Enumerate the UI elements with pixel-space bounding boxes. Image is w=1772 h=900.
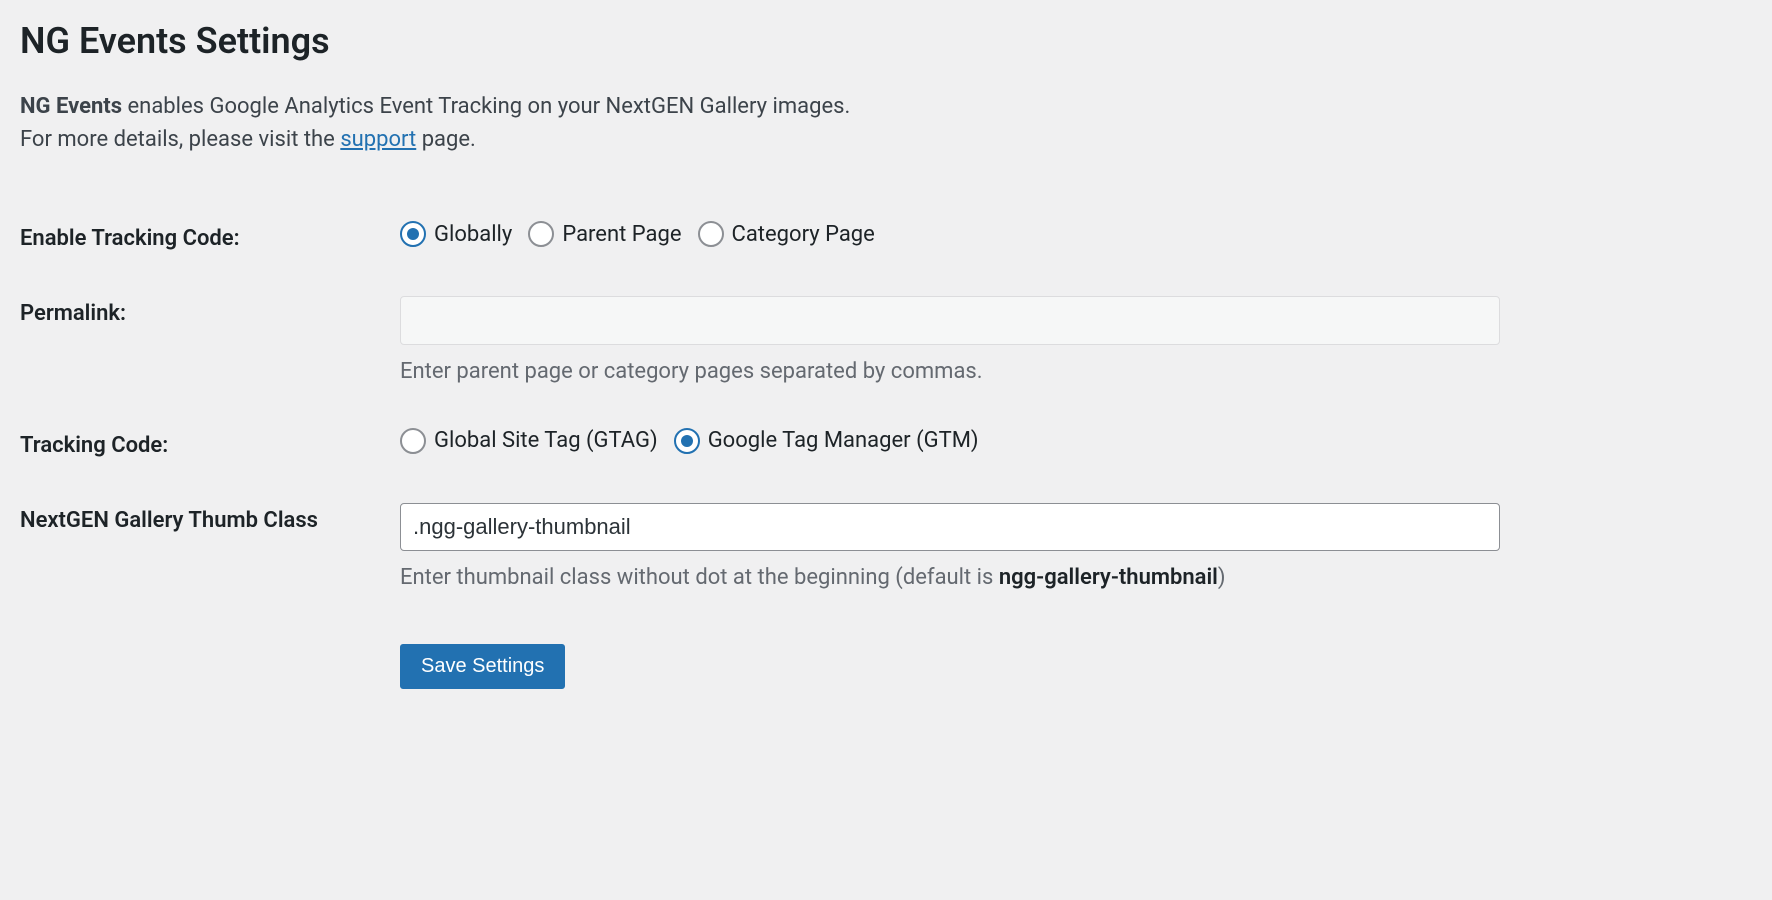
settings-page: NG Events Settings NG Events enables Goo…: [20, 20, 1570, 709]
radio-icon: [528, 221, 554, 247]
radio-gtm[interactable]: Google Tag Manager (GTM): [674, 428, 979, 454]
intro-rest: enables Google Analytics Event Tracking …: [122, 94, 850, 119]
radio-gtag[interactable]: Global Site Tag (GTAG): [400, 428, 658, 454]
tracking-code-label: Tracking Code:: [20, 408, 400, 483]
thumb-help-pre: Enter thumbnail class without dot at the…: [400, 565, 999, 590]
thumb-class-input[interactable]: [400, 503, 1500, 552]
support-link[interactable]: support: [340, 127, 416, 152]
radio-parent-page[interactable]: Parent Page: [528, 221, 681, 247]
intro-line2-pre: For more details, please visit the: [20, 127, 340, 152]
save-button[interactable]: Save Settings: [400, 644, 565, 689]
radio-category-page[interactable]: Category Page: [698, 221, 875, 247]
permalink-label: Permalink:: [20, 276, 400, 408]
intro-strong: NG Events: [20, 94, 122, 119]
intro-line2-post: page.: [416, 127, 476, 152]
enable-tracking-label: Enable Tracking Code:: [20, 201, 400, 276]
radio-gtm-label: Google Tag Manager (GTM): [708, 428, 979, 453]
permalink-input[interactable]: [400, 296, 1500, 345]
enable-tracking-group: Globally Parent Page Category Page: [400, 221, 1570, 247]
thumb-help-strong: ngg-gallery-thumbnail: [999, 565, 1218, 590]
tracking-code-group: Global Site Tag (GTAG) Google Tag Manage…: [400, 428, 1570, 454]
permalink-help: Enter parent page or category pages sepa…: [400, 357, 1570, 388]
settings-form: Enable Tracking Code: Globally Parent Pa…: [20, 201, 1570, 709]
radio-icon: [400, 221, 426, 247]
page-description: NG Events enables Google Analytics Event…: [20, 90, 1570, 156]
thumb-class-label: NextGEN Gallery Thumb Class: [20, 483, 400, 615]
radio-globally[interactable]: Globally: [400, 221, 512, 247]
radio-icon: [674, 428, 700, 454]
page-title: NG Events Settings: [20, 20, 1570, 62]
radio-icon: [400, 428, 426, 454]
radio-globally-label: Globally: [434, 222, 512, 247]
radio-icon: [698, 221, 724, 247]
thumb-help-post: ): [1218, 565, 1226, 590]
radio-parent-page-label: Parent Page: [562, 222, 681, 247]
radio-category-page-label: Category Page: [732, 222, 875, 247]
thumb-class-help: Enter thumbnail class without dot at the…: [400, 563, 1570, 594]
radio-gtag-label: Global Site Tag (GTAG): [434, 428, 658, 453]
